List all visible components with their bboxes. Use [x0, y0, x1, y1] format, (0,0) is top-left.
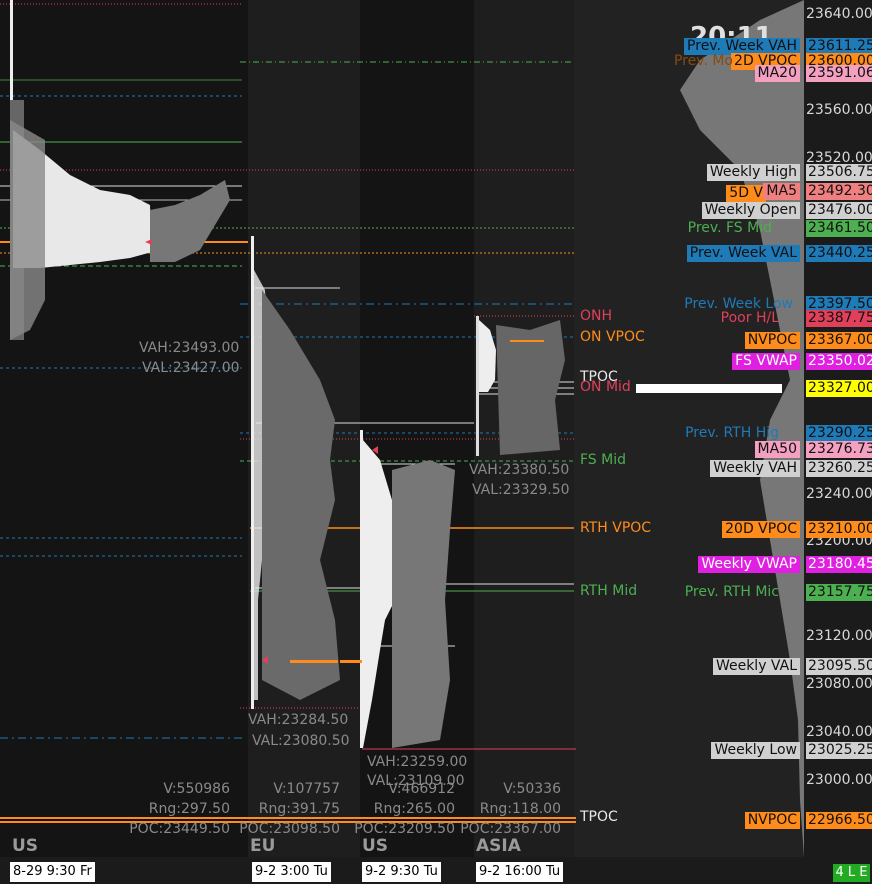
price-tag[interactable]: 23367.00	[806, 332, 872, 349]
session-eu-val: VAL:23080.50	[252, 733, 350, 749]
level-label-ma20: MA20	[754, 65, 800, 82]
level-label-weekly-val: Weekly VAL	[712, 658, 800, 675]
status-badge[interactable]: 4 L E	[833, 864, 870, 882]
level-label-prev-fs-mid: Prev. FS Mid	[687, 220, 772, 236]
level-label-weekly-low: Weekly Low	[711, 742, 800, 759]
session-us-2-volume: V:466912	[388, 781, 455, 797]
session-us-1-val: VAL:23427.00	[142, 360, 240, 376]
price-tag[interactable]: 23276.73	[806, 441, 872, 458]
level-label-fs-vwap: FS VWAP	[732, 353, 800, 370]
price-tag[interactable]: 23210.00	[806, 521, 872, 538]
level-label-20d-vpoc: 20D VPOC	[722, 521, 800, 538]
price-tag[interactable]: 23461.50	[806, 220, 872, 237]
level-label-5d-v: 5D V	[726, 185, 766, 202]
time-label-us-1[interactable]: 8-29 9:30 Fr	[10, 862, 95, 882]
axis-tick-7: 23040.00	[806, 724, 872, 740]
session-asia-val: VAL:23329.50	[472, 482, 570, 498]
level-label-poor-h-l: Poor H/L	[720, 310, 779, 326]
axis-tick-3: 23240.00	[806, 486, 872, 502]
price-tag[interactable]: 23327.00	[806, 380, 872, 397]
time-label-us-2[interactable]: 9-2 9:30 Tu	[362, 862, 441, 882]
tpoc-bottom-label: TPOC	[580, 809, 618, 825]
price-tag[interactable]: 23157.75	[806, 584, 872, 601]
session-us-2-vah: VAH:23259.00	[367, 754, 468, 770]
session-us-1-volume: V:550986	[163, 781, 230, 797]
price-tag[interactable]: 23260.25	[806, 460, 872, 477]
level-label-ma50: MA50	[754, 441, 800, 458]
level-label-nvpoc: NVPOC	[744, 812, 800, 829]
level-label-weekly-high: Weekly High	[706, 164, 800, 181]
session-asia-volume: V:50336	[503, 781, 561, 797]
session-eu-range: Rng:391.75	[258, 801, 340, 817]
level-label-prev-rth-hig: Prev. RTH Hig	[685, 425, 779, 441]
onh-label: ONH	[580, 308, 613, 324]
price-tag[interactable]: 23387.75	[806, 310, 872, 327]
volume-highlight-bar	[636, 384, 782, 393]
profile-asia	[476, 316, 565, 456]
session-us-1-vah: VAH:23493.00	[139, 340, 240, 356]
axis-tick-6: 23080.00	[806, 676, 872, 692]
price-tag[interactable]: 23180.45	[806, 556, 872, 573]
session-eu-volume: V:107757	[273, 781, 340, 797]
price-tag[interactable]: 23492.30	[806, 183, 872, 200]
session-us-1-name: US	[12, 836, 39, 856]
price-tag[interactable]: 23591.06	[806, 65, 872, 82]
session-us-2-range: Rng:265.00	[373, 801, 455, 817]
rth-mid-label: RTH Mid	[580, 583, 638, 599]
axis-tick-5: 23120.00	[806, 628, 872, 644]
axis-tick-0: 23640.00	[806, 6, 872, 22]
session-us-1-poc: POC:23449.50	[129, 821, 230, 837]
profile-eu	[251, 236, 340, 709]
profile-us-2	[340, 430, 455, 748]
on-vpoc-label: ON VPOC	[580, 329, 645, 345]
session-us-2-poc: POC:23209.50	[354, 821, 455, 837]
level-label-ma5: MA5	[763, 183, 800, 200]
level-label-weekly-vah: Weekly VAH	[710, 460, 800, 477]
price-tag[interactable]: 23095.50	[806, 658, 872, 675]
level-label-prev-week-val: Prev. Week VAL	[686, 245, 800, 262]
time-label-eu[interactable]: 9-2 3:00 Tu	[252, 862, 331, 882]
price-tag[interactable]: 23476.00	[806, 202, 872, 219]
session-eu-poc: POC:23098.50	[239, 821, 340, 837]
time-label-asia[interactable]: 9-2 16:00 Tu	[476, 862, 564, 882]
session-asia-vah: VAH:23380.50	[469, 462, 570, 478]
session-us-1-range: Rng:297.50	[148, 801, 230, 817]
price-tag[interactable]: 23290.25	[806, 425, 872, 442]
axis-tick-1: 23560.00	[806, 102, 872, 118]
session-asia-name: ASIA	[476, 836, 521, 856]
price-tag[interactable]: 23506.75	[806, 164, 872, 181]
level-label-weekly-open: Weekly Open	[701, 202, 800, 219]
level-label-nvpoc: NVPOC	[744, 332, 800, 349]
axis-tick-8: 23000.00	[806, 772, 872, 788]
session-asia-range: Rng:118.00	[479, 801, 561, 817]
price-tag[interactable]: 23440.25	[806, 245, 872, 262]
level-label-prev-mo: Prev. Mo	[673, 53, 733, 69]
level-label-prev-rth-mic: Prev. RTH Mic	[684, 584, 779, 600]
level-label-weekly-vwap: Weekly VWAP	[698, 556, 800, 573]
session-us-2-name: US	[362, 836, 389, 856]
session-eu-name: EU	[250, 836, 276, 856]
session-asia-poc: POC:23367.00	[460, 821, 561, 837]
profile-us-1	[10, 0, 230, 340]
on-mid-label: ON Mid	[580, 379, 631, 395]
price-tag[interactable]: 23025.25	[806, 742, 872, 759]
price-tag[interactable]: 22966.50	[806, 812, 872, 829]
price-tag[interactable]: 23350.02	[806, 353, 872, 370]
session-eu-vah: VAH:23284.50	[248, 712, 349, 728]
fs-mid-label: FS Mid	[580, 452, 626, 468]
rth-vpoc-label: RTH VPOC	[580, 520, 652, 536]
